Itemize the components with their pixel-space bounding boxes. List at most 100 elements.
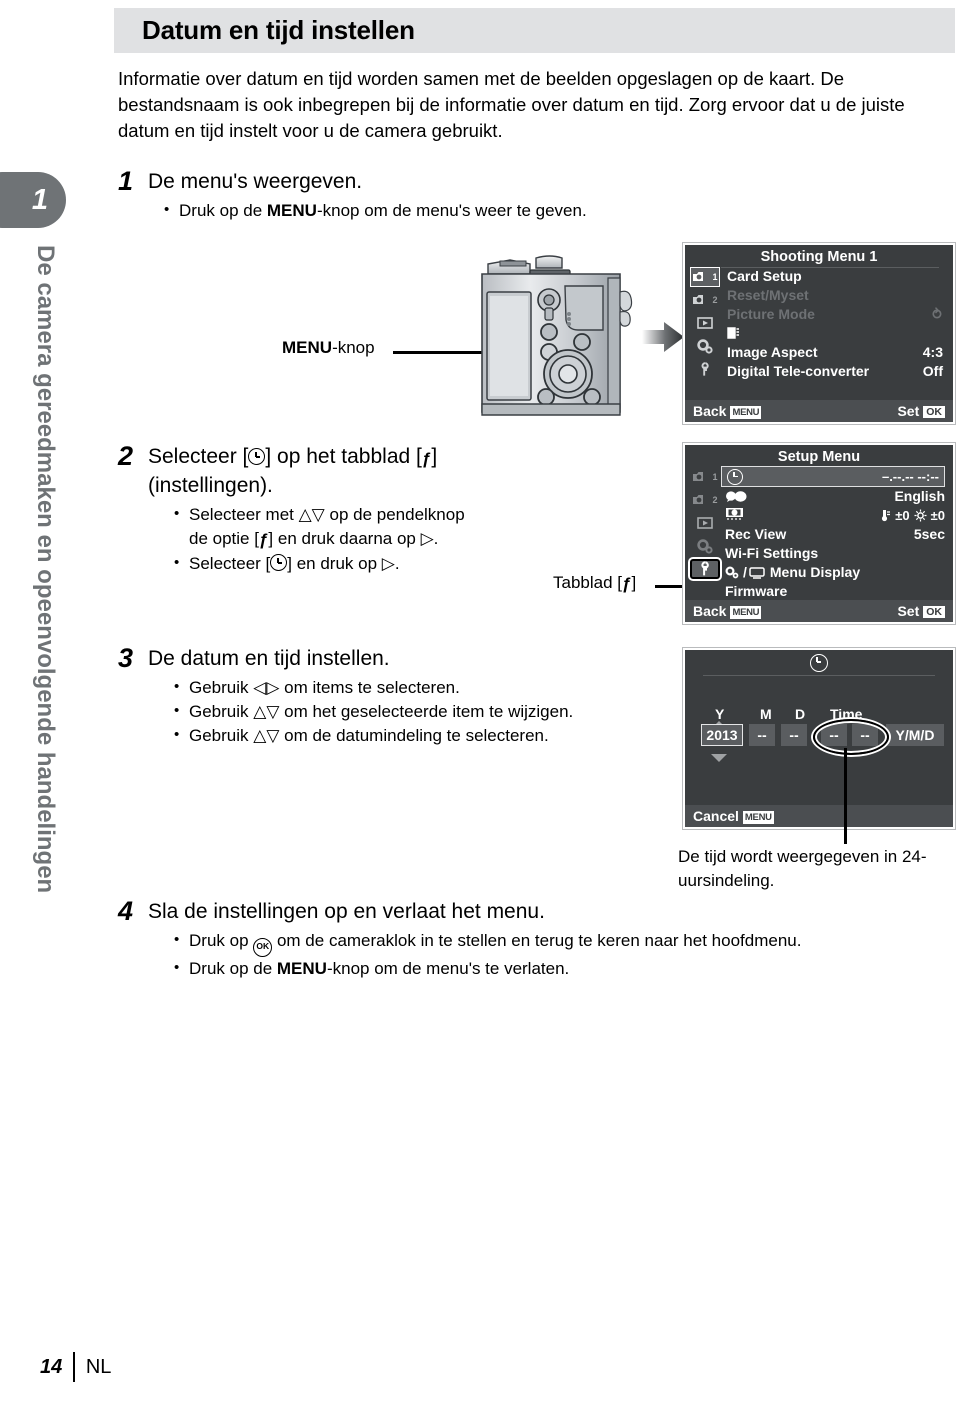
field-date-format[interactable]: Y/M/D [886, 724, 944, 746]
thermo-value: ±0 [895, 508, 910, 523]
language-icon [725, 487, 749, 506]
shooting-menu-footer: Back MENU Set OK [685, 400, 953, 422]
footer-back[interactable]: Back MENU [693, 403, 762, 419]
tab-playback[interactable] [690, 513, 720, 533]
display-icon [749, 566, 765, 579]
setup-menu-footer: Back MENU Set OK [685, 600, 953, 622]
tab-shooting-1[interactable]: 1 [690, 267, 720, 287]
intro-paragraph: Informatie over datum en tijd worden sam… [118, 68, 905, 141]
wrench-icon: ƒ [421, 449, 432, 468]
s2b2-c: . [394, 554, 400, 573]
row-firmware[interactable]: Firmware [725, 582, 945, 601]
row-monitor-adjust[interactable]: ±0 ±0 [725, 506, 945, 525]
footer-back[interactable]: Back MENU [693, 603, 762, 619]
row-rec-view[interactable]: Rec View 5sec [725, 525, 945, 544]
row-value: ⥁ [931, 306, 943, 322]
step-2: 2 Selecteer [] op het tabblad [ƒ] (inste… [118, 443, 548, 576]
row-label: / Menu Display [725, 563, 860, 582]
s4b2-c: -knop om de menu's te verlaten. [326, 959, 570, 978]
row-value: –.--.-- --:-- [881, 468, 939, 484]
row-card-setup[interactable]: Card Setup [727, 267, 943, 286]
step-2-title: Selecteer [] op het tabblad [ƒ] (instell… [148, 443, 437, 499]
ok-button-icon: OK [253, 938, 273, 957]
time-format-note: De tijd wordt weergegeven in 24-uursinde… [678, 847, 927, 890]
tab-setup-wrench[interactable] [690, 359, 720, 379]
row-image-quality[interactable] [727, 324, 943, 343]
clock-icon [727, 468, 743, 485]
row-label: Wi-Fi Settings [725, 545, 819, 561]
tab-custom-gears[interactable] [690, 536, 720, 556]
s4b1-a: Druk op [189, 931, 254, 950]
footer-set[interactable]: Set OK [897, 403, 945, 419]
row-label: Digital Tele-converter [727, 363, 870, 379]
menu-bold-text: MENU [282, 338, 333, 357]
field-day[interactable]: -- [781, 724, 807, 746]
tab-shooting-2[interactable]: 2 [690, 290, 720, 310]
tab-playback[interactable] [690, 313, 720, 333]
row-language[interactable]: English [725, 487, 945, 506]
slash: / [743, 564, 747, 580]
chapter-title-text: De camera gereedmaken en opeenvolgende h… [32, 245, 59, 894]
page-footer: 14 NL [40, 1352, 111, 1382]
tab-callout-text-end: ] [631, 573, 637, 592]
row-value: 5sec [913, 526, 945, 542]
thermometer-icon [882, 510, 891, 522]
step-1-title: De menu's weergeven. [148, 170, 363, 193]
step-2-bullet-2: Selecteer [] en druk op ▷. [174, 551, 548, 576]
wrench-icon [701, 561, 709, 576]
row-label: Picture Mode [727, 306, 815, 322]
row-image-aspect[interactable]: Image Aspect 4:3 [727, 343, 943, 362]
footer-cancel-label: Cancel [693, 808, 739, 824]
s4b1-b: om de cameraklok in te stellen en terug … [272, 931, 802, 950]
row-date-time[interactable]: –.--.-- --:-- [721, 466, 945, 487]
row-wifi-settings[interactable]: Wi-Fi Settings [725, 544, 945, 563]
footer-back-label: Back [693, 403, 727, 419]
step-2-number: 2 [118, 441, 134, 471]
tab-custom-gears[interactable] [690, 336, 720, 356]
page-header-bar: Datum en tijd instellen [114, 8, 955, 53]
menu-display-text: Menu Display [769, 564, 861, 580]
s2b1-c: de optie [ [189, 529, 259, 548]
wrench-icon [701, 361, 709, 376]
s1b1-pre: Druk op de [179, 201, 267, 220]
playback-icon [696, 517, 713, 529]
setup-menu-rows: –.--.-- --:-- English ±0 ±0 Rec View 5se… [721, 466, 945, 601]
flow-arrow-icon [642, 320, 684, 354]
row-digital-tele-converter[interactable]: Digital Tele-converter Off [727, 362, 943, 381]
setup-menu-tab-column: 1 2 [688, 467, 722, 579]
footer-page-number: 14 [40, 1355, 63, 1378]
label-day: D [795, 706, 806, 722]
tab-setup-wrench[interactable] [690, 559, 720, 579]
label-year: Y [715, 706, 725, 722]
ok-chip: OK [923, 406, 945, 418]
footer-set[interactable]: Set OK [897, 603, 945, 619]
field-month[interactable]: -- [749, 724, 775, 746]
date-screen-title [685, 650, 953, 676]
row-value: ±0 ±0 [880, 506, 945, 525]
step-3-number: 3 [118, 643, 134, 673]
step-4-bullet-2: Druk op de MENU-knop om de menu's te ver… [174, 956, 948, 981]
row-label: Image Aspect [727, 344, 818, 360]
row-value: English [894, 488, 945, 504]
tab-shooting-1[interactable]: 1 [690, 467, 720, 487]
footer-divider [73, 1352, 75, 1382]
footer-cancel[interactable]: Cancel MENU [693, 808, 774, 824]
row-picture-mode[interactable]: Picture Mode ⥁ [727, 305, 943, 324]
clock-icon [248, 448, 266, 465]
time-highlight-ellipse [813, 719, 889, 755]
field-year[interactable]: 2013 [701, 724, 743, 746]
row-menu-display[interactable]: / Menu Display [725, 563, 945, 582]
setup-menu-screen: Setup Menu 1 2 –.--.-- --:-- English ±0 … [683, 443, 955, 624]
row-label: Card Setup [727, 268, 802, 284]
s2-title-line2: (instellingen). [148, 474, 273, 497]
camera-icon [693, 272, 704, 281]
ok-chip: OK [923, 606, 945, 618]
tab-shooting-2[interactable]: 2 [690, 490, 720, 510]
gear-icon [725, 566, 739, 579]
step-4-title: Sla de instellingen op en verlaat het me… [148, 900, 545, 923]
footer-back-label: Back [693, 603, 727, 619]
decrement-arrow-icon[interactable] [711, 754, 727, 762]
chapter-tab: 1 [0, 172, 66, 228]
menu-chip: MENU [730, 606, 762, 619]
row-reset-myset[interactable]: Reset/Myset [727, 286, 943, 305]
